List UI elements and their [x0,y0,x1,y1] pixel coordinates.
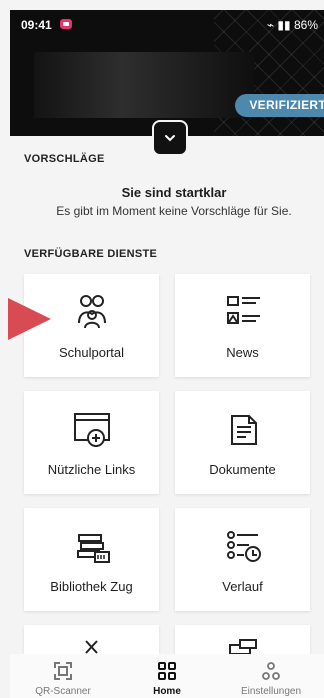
qr-scanner-icon [54,662,72,680]
battery-text: 86% [293,18,318,32]
partial-card-right[interactable] [175,625,310,654]
card-label-links: Nützliche Links [47,462,136,477]
blurred-profile [34,52,254,118]
card-label-dokumente: Dokumente [209,462,276,477]
signal-status: ⌁ ▮▮ 86% [267,18,318,32]
phone-screen: VERIFIZIERT 09:41 ⌁ ▮▮ 86% VORSCHLÄGE Si… [0,0,324,698]
library-icon [76,534,110,563]
nav-label-home: Home [153,686,181,697]
bottom-navigation: QR-Scanner Home Einstellungen [10,654,324,698]
nav-home[interactable]: Home [124,660,210,697]
news-icon [226,296,260,324]
card-label-verlauf: Verlauf [222,579,263,594]
card-label-schulportal: Schulportal [58,345,125,360]
verified-badge: VERIFIZIERT [235,94,324,117]
nav-settings[interactable]: Einstellungen [228,660,314,697]
home-grid-icon [158,662,176,680]
pointer-arrow [8,298,51,340]
card-icon [228,639,257,654]
tool-icon [84,640,98,654]
nav-label-qr: QR-Scanner [35,686,91,697]
link-window-icon [73,413,110,447]
empty-title: Sie sind startklar [121,185,227,200]
card-bibliothek[interactable]: Bibliothek Zug [24,508,159,611]
card-verlauf[interactable]: Verlauf [175,508,310,611]
chevron-down-icon [165,135,175,142]
empty-subtitle: Es gibt im Moment keine Vorschläge für S… [56,204,292,218]
nav-qr-scanner[interactable]: QR-Scanner [20,660,106,697]
status-time: 09:41 [21,18,52,32]
screen-recording-icon [60,19,72,29]
card-label-news: News [226,345,259,360]
partial-card-left[interactable] [24,625,159,654]
history-icon [226,531,261,562]
cellular-icon: ▮▮ [277,18,291,32]
card-news[interactable]: News [175,274,310,377]
status-bar: 09:41 ⌁ ▮▮ 86% [10,10,324,36]
card-label-bibliothek: Bibliothek Zug [50,579,133,594]
users-icon [77,295,106,329]
documents-icon [230,415,257,445]
services-heading: VERFÜGBARE DIENSTE [24,248,158,260]
settings-circles-icon [262,662,280,680]
suggestions-heading: VORSCHLÄGE [24,153,105,165]
card-nuetzliche-links[interactable]: Nützliche Links [24,391,159,494]
nav-label-settings: Einstellungen [240,686,302,697]
card-dokumente[interactable]: Dokumente [175,391,310,494]
wifi-icon: ⌁ [266,18,275,32]
expand-profile-button[interactable] [152,120,188,156]
